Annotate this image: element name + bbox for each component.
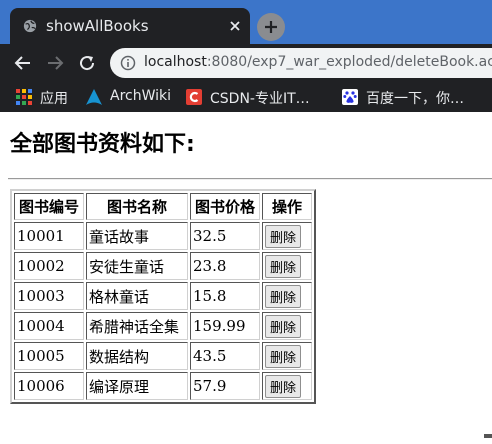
- cell-book-price: 43.5: [190, 342, 260, 370]
- browser-tab[interactable]: showAllBooks: [10, 8, 250, 44]
- tab-title: showAllBooks: [46, 17, 149, 35]
- cell-book-id: 10003: [14, 282, 84, 310]
- archlinux-icon: [86, 89, 102, 105]
- cell-book-name: 希腊神话全集: [86, 312, 188, 340]
- table-row: 10002 安徒生童话 23.8 删除: [14, 252, 312, 280]
- reload-icon[interactable]: [78, 54, 96, 72]
- table-row: 10005 数据结构 43.5 删除: [14, 342, 312, 370]
- site-info-icon[interactable]: [120, 55, 136, 71]
- delete-button[interactable]: 删除: [265, 314, 302, 338]
- tab-strip: showAllBooks: [0, 0, 492, 44]
- bookmarks-bar: 应用 ArchWiki CSDN-专业IT… 百度一下，你…: [0, 82, 492, 112]
- forward-arrow-icon[interactable]: [46, 54, 64, 72]
- cell-operation: 删除: [262, 342, 312, 370]
- cell-operation: 删除: [262, 222, 312, 250]
- new-tab-button[interactable]: [257, 13, 285, 41]
- table-row: 10006 编译原理 57.9 删除: [14, 372, 312, 400]
- table-row: 10004 希腊神话全集 159.99 删除: [14, 312, 312, 340]
- bookmark-label: CSDN-专业IT…: [210, 91, 310, 107]
- page-title: 全部图书资料如下:: [10, 132, 195, 157]
- cell-book-name: 数据结构: [86, 342, 188, 370]
- back-arrow-icon[interactable]: [14, 54, 32, 72]
- cell-book-name: 童话故事: [86, 222, 188, 250]
- cell-book-name: 安徒生童话: [86, 252, 188, 280]
- cell-book-price: 32.5: [190, 222, 260, 250]
- url-path: :8080/exp7_war_exploded/deleteBook.actio…: [206, 54, 492, 70]
- delete-button[interactable]: 删除: [265, 224, 302, 248]
- cell-book-id: 10005: [14, 342, 84, 370]
- globe-icon: [23, 19, 37, 33]
- bookmark-label: 应用: [40, 91, 68, 107]
- bookmark-label: ArchWiki: [110, 88, 172, 104]
- cell-operation: 删除: [262, 282, 312, 310]
- table-header-row: 图书编号 图书名称 图书价格 操作: [14, 193, 312, 220]
- apps-grid-icon: [16, 89, 32, 105]
- delete-button[interactable]: 删除: [265, 344, 302, 368]
- cell-book-id: 10001: [14, 222, 84, 250]
- cell-book-price: 57.9: [190, 372, 260, 400]
- horizontal-rule: [8, 178, 492, 180]
- cell-operation: 删除: [262, 372, 312, 400]
- delete-button[interactable]: 删除: [265, 254, 302, 278]
- cell-book-id: 10002: [14, 252, 84, 280]
- plus-icon: [265, 21, 277, 33]
- cell-operation: 删除: [262, 312, 312, 340]
- header-book-name: 图书名称: [86, 193, 188, 220]
- navigation-toolbar: localhost:8080/exp7_war_exploded/deleteB…: [0, 44, 492, 82]
- csdn-icon: [186, 89, 202, 105]
- table-row: 10001 童话故事 32.5 删除: [14, 222, 312, 250]
- url-text: localhost:8080/exp7_war_exploded/deleteB…: [144, 54, 492, 70]
- delete-button[interactable]: 删除: [265, 374, 302, 398]
- url-host: localhost: [144, 54, 207, 70]
- bookmark-label: 百度一下，你…: [366, 91, 464, 107]
- cell-book-id: 10004: [14, 312, 84, 340]
- header-operation: 操作: [262, 193, 312, 220]
- cell-book-name: 编译原理: [86, 372, 188, 400]
- header-book-id: 图书编号: [14, 193, 84, 220]
- cell-book-price: 23.8: [190, 252, 260, 280]
- cell-book-name: 格林童话: [86, 282, 188, 310]
- address-bar[interactable]: localhost:8080/exp7_war_exploded/deleteB…: [110, 48, 492, 78]
- header-book-price: 图书价格: [190, 193, 260, 220]
- scrollbar-corner: [484, 434, 492, 438]
- cell-book-price: 159.99: [190, 312, 260, 340]
- cell-operation: 删除: [262, 252, 312, 280]
- cell-book-price: 15.8: [190, 282, 260, 310]
- books-table: 图书编号 图书名称 图书价格 操作 10001 童话故事 32.5 删除 100…: [10, 189, 316, 404]
- close-tab-icon[interactable]: [228, 19, 242, 33]
- delete-button[interactable]: 删除: [265, 284, 302, 308]
- cell-book-id: 10006: [14, 372, 84, 400]
- baidu-paw-icon: [342, 89, 358, 105]
- table-row: 10003 格林童话 15.8 删除: [14, 282, 312, 310]
